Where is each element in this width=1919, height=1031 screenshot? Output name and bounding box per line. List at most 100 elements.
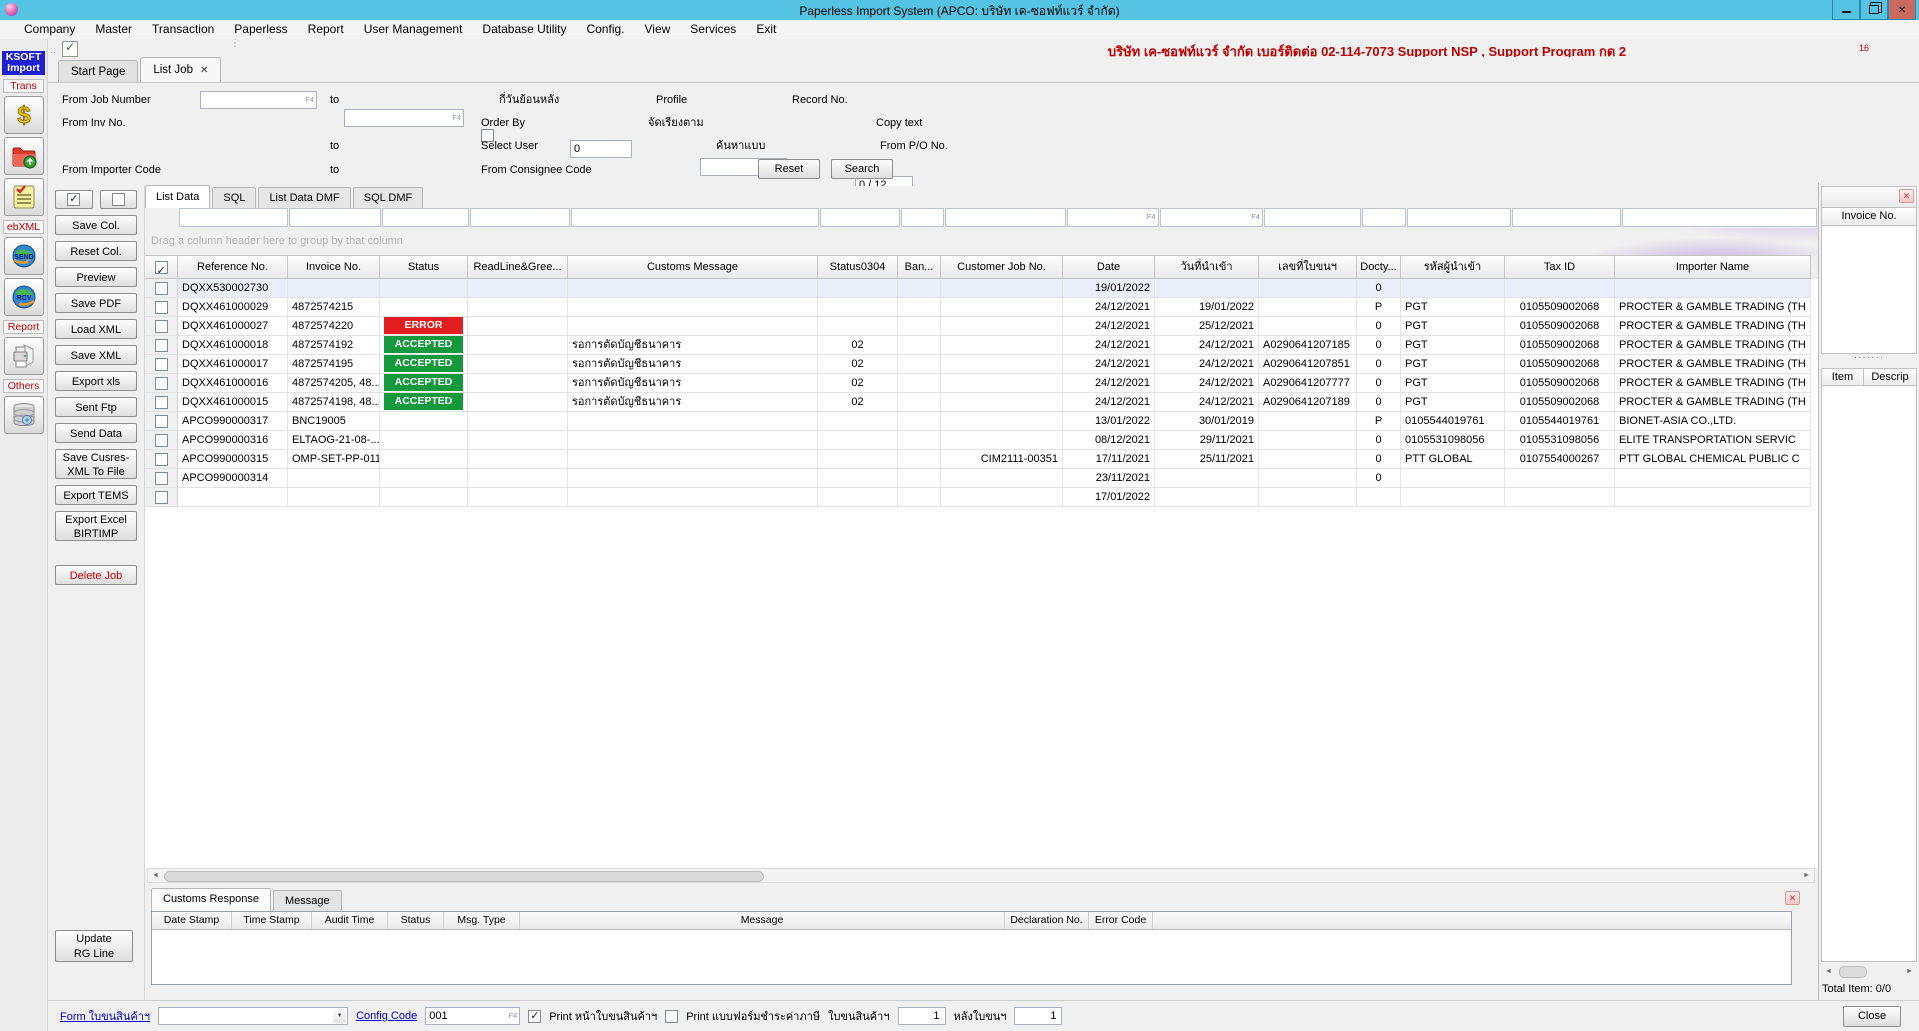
check-box-icon[interactable] bbox=[62, 41, 78, 57]
row-checkbox[interactable] bbox=[155, 320, 168, 333]
scroll-left-icon[interactable] bbox=[149, 870, 162, 881]
sidebar-button-folder[interactable] bbox=[4, 137, 44, 175]
row-checkbox[interactable] bbox=[155, 358, 168, 371]
tab-start-page[interactable]: Start Page bbox=[58, 60, 138, 82]
form-select[interactable] bbox=[158, 1007, 348, 1025]
from-job-number-to-input[interactable]: F4 bbox=[344, 109, 464, 127]
scroll-right-icon[interactable] bbox=[1800, 870, 1813, 881]
scroll-left-icon[interactable] bbox=[1822, 966, 1835, 977]
grid-tab-list-data[interactable]: List Data bbox=[145, 185, 210, 208]
response-column-msg-type[interactable]: Msg. Type bbox=[444, 912, 520, 930]
column-header-status[interactable]: Status bbox=[380, 255, 468, 279]
filter-cell-ban[interactable] bbox=[901, 208, 944, 227]
filter-cell-customer_job_no[interactable] bbox=[945, 208, 1066, 227]
search-button[interactable]: Search bbox=[831, 159, 893, 179]
minimize-button[interactable] bbox=[1832, 0, 1860, 20]
table-row[interactable]: DQXX4610000154872574198, 48...ACCEPTEDรอ… bbox=[145, 393, 1818, 412]
filter-cell-customs_message[interactable] bbox=[571, 208, 820, 227]
description-column-header[interactable]: Descrip bbox=[1863, 368, 1917, 386]
row-checkbox[interactable] bbox=[155, 415, 168, 428]
menu-item-view[interactable]: View bbox=[635, 20, 681, 39]
filter-cell-docty[interactable] bbox=[1362, 208, 1406, 227]
table-row[interactable]: DQXX461000029487257421524/12/202119/01/2… bbox=[145, 298, 1818, 317]
toolbar-grip-icon[interactable]: ‥ bbox=[50, 45, 57, 56]
column-header-customs_message[interactable]: Customs Message bbox=[568, 255, 818, 279]
column-header-status0304[interactable]: Status0304 bbox=[818, 255, 898, 279]
response-column-date-stamp[interactable]: Date Stamp bbox=[152, 912, 232, 930]
row-checkbox[interactable] bbox=[155, 301, 168, 314]
column-header-customer_job_no[interactable]: Customer Job No. bbox=[941, 255, 1063, 279]
row-checkbox[interactable] bbox=[155, 491, 168, 504]
form-link[interactable]: Form ใบขนสินค้าฯ bbox=[60, 1007, 150, 1025]
menu-item-config[interactable]: Config. bbox=[576, 20, 634, 39]
filter-cell-status0304[interactable] bbox=[820, 208, 900, 227]
export-excel-birtimp-button[interactable]: Export Excel BIRTIMP bbox=[55, 511, 137, 541]
deselect-all-button[interactable] bbox=[100, 190, 138, 209]
filter-cell-importer_code[interactable] bbox=[1407, 208, 1510, 227]
table-row[interactable]: APCO990000316ELTAOG-21-08-...08/12/20212… bbox=[145, 431, 1818, 450]
row-checkbox[interactable] bbox=[155, 282, 168, 295]
save-col-button[interactable]: Save Col. bbox=[55, 215, 137, 235]
sidebar-button-rcv[interactable]: RCV bbox=[4, 278, 44, 316]
grid-tab-sql-dmf[interactable]: SQL DMF bbox=[353, 187, 424, 208]
menu-item-paperless[interactable]: Paperless bbox=[224, 20, 297, 39]
filter-cell-status[interactable] bbox=[382, 208, 470, 227]
sidebar-button-dollar[interactable]: $ bbox=[4, 96, 44, 134]
invoice-list[interactable] bbox=[1821, 226, 1917, 354]
table-row[interactable]: DQXX53000273019/01/20220 bbox=[145, 279, 1818, 298]
menu-item-user-management[interactable]: User Management bbox=[354, 20, 473, 39]
sent-ftp-button[interactable]: Sent Ftp bbox=[55, 397, 137, 417]
table-row[interactable]: DQXX4610000184872574192ACCEPTEDรอการตัดบ… bbox=[145, 336, 1818, 355]
select-all-button[interactable] bbox=[55, 190, 93, 209]
column-header-invoice[interactable]: Invoice No. bbox=[288, 255, 380, 279]
item-column-header[interactable]: Item bbox=[1821, 368, 1863, 386]
row-checkbox[interactable] bbox=[155, 377, 168, 390]
sidebar-button-send[interactable]: SEND bbox=[4, 237, 44, 275]
scroll-right-icon[interactable] bbox=[1903, 966, 1916, 977]
response-column-error-code[interactable]: Error Code bbox=[1089, 912, 1153, 930]
menu-item-master[interactable]: Master bbox=[85, 20, 142, 39]
column-header-date[interactable]: Date bbox=[1063, 255, 1155, 279]
response-column-time-stamp[interactable]: Time Stamp bbox=[232, 912, 312, 930]
reset-button[interactable]: Reset bbox=[758, 159, 820, 179]
delete-job-button[interactable]: Delete Job bbox=[55, 565, 137, 585]
menu-item-services[interactable]: Services bbox=[680, 20, 746, 39]
grid-tab-list-data-dmf[interactable]: List Data DMF bbox=[258, 187, 350, 208]
row-checkbox[interactable] bbox=[155, 453, 168, 466]
sidebar-button-note[interactable] bbox=[4, 178, 44, 216]
copies-decl-input[interactable]: 1 bbox=[898, 1007, 946, 1025]
menu-item-company[interactable]: Company bbox=[14, 20, 85, 39]
filter-cell-readline[interactable] bbox=[470, 208, 569, 227]
column-header-ban[interactable]: Ban... bbox=[898, 255, 941, 279]
menu-item-report[interactable]: Report bbox=[298, 20, 354, 39]
menu-item-transaction[interactable]: Transaction bbox=[142, 20, 224, 39]
table-row[interactable]: APCO990000315OMP-SET-PP-011CIM2111-00351… bbox=[145, 450, 1818, 469]
table-row[interactable]: APCO99000031423/11/20210 bbox=[145, 469, 1818, 488]
row-checkbox[interactable] bbox=[155, 339, 168, 352]
column-header-importer_code[interactable]: รหัสผู้นำเข้า bbox=[1401, 255, 1505, 279]
grid-tab-sql[interactable]: SQL bbox=[212, 187, 256, 208]
column-header-import_date[interactable]: วันที่นำเข้า bbox=[1155, 255, 1259, 279]
filter-cell-import_date[interactable]: F4 bbox=[1160, 208, 1263, 227]
column-header-tax_id[interactable]: Tax ID bbox=[1505, 255, 1615, 279]
table-row[interactable]: 17/01/2022 bbox=[145, 488, 1818, 507]
response-column-status[interactable]: Status bbox=[388, 912, 444, 930]
table-row[interactable]: DQXX4610000164872574205, 48...ACCEPTEDรอ… bbox=[145, 374, 1818, 393]
sidebar-button-printer[interactable] bbox=[4, 337, 44, 375]
tab-message[interactable]: Message bbox=[273, 890, 342, 911]
load-xml-button[interactable]: Load XML bbox=[55, 319, 137, 339]
sidebar-button-database[interactable] bbox=[4, 396, 44, 434]
reset-col-button[interactable]: Reset Col. bbox=[55, 241, 137, 261]
table-row[interactable]: APCO990000317BNC1900513/01/202230/01/201… bbox=[145, 412, 1818, 431]
filter-cell-tax_id[interactable] bbox=[1512, 208, 1621, 227]
tab-close-icon[interactable] bbox=[200, 64, 208, 76]
config-code-link[interactable]: Config Code bbox=[356, 1010, 417, 1022]
column-header-cb[interactable] bbox=[145, 255, 178, 279]
scroll-thumb[interactable] bbox=[1839, 966, 1867, 978]
close-window-button[interactable] bbox=[1888, 0, 1916, 20]
response-column-message[interactable]: Message bbox=[520, 912, 1005, 930]
menu-item-exit[interactable]: Exit bbox=[746, 20, 786, 39]
restore-button[interactable] bbox=[1860, 0, 1888, 20]
row-checkbox[interactable] bbox=[155, 396, 168, 409]
preview-button[interactable]: Preview bbox=[55, 267, 137, 287]
